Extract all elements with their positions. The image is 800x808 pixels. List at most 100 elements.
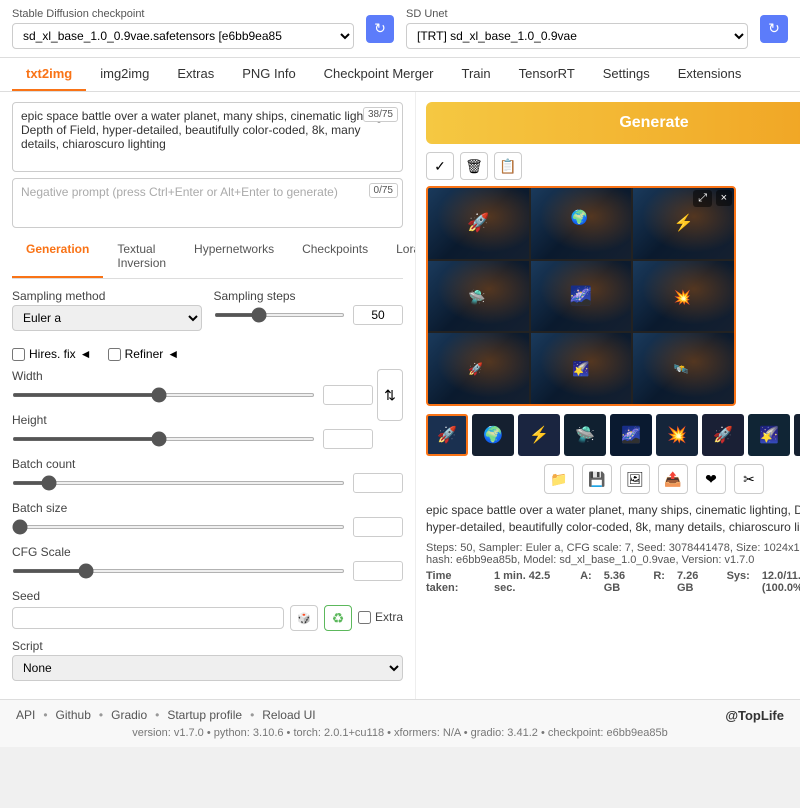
main-content: epic space battle over a water planet, m… xyxy=(0,92,800,699)
tab-extensions[interactable]: Extensions xyxy=(664,58,756,91)
refiner-arrow: ◄ xyxy=(167,347,179,361)
swap-width-height-button[interactable]: ⇅ xyxy=(377,369,403,421)
thumbnail-1[interactable]: 🚀 xyxy=(426,414,468,456)
extra-checkbox-label[interactable]: Extra xyxy=(358,610,403,624)
confirm-icon-button[interactable]: ✓ xyxy=(426,152,454,180)
thumbnail-7[interactable]: 🚀 xyxy=(702,414,744,456)
footer-version: version: v1.7.0 • python: 3.10.6 • torch… xyxy=(16,727,784,739)
width-slider-container: 1024 xyxy=(12,385,373,405)
extra-checkbox[interactable] xyxy=(358,611,371,624)
image-cell-5 xyxy=(531,261,632,332)
thumbnail-9[interactable]: 🛰️ xyxy=(794,414,800,456)
height-slider[interactable] xyxy=(12,437,315,441)
sd-unet-select[interactable]: [TRT] sd_xl_base_1.0_0.9vae xyxy=(406,23,748,49)
seed-dice-button[interactable]: 🎲 xyxy=(290,605,318,631)
sampling-method-select[interactable]: Euler a xyxy=(12,305,202,331)
cfg-scale-slider[interactable] xyxy=(12,569,345,573)
hires-fix-checkbox[interactable] xyxy=(12,348,25,361)
seed-input[interactable]: -1 xyxy=(12,607,284,629)
image-cell-4 xyxy=(428,261,529,332)
footer: API • Github • Gradio • Startup profile … xyxy=(0,699,800,747)
seed-recycle-button[interactable]: ♻ xyxy=(324,605,352,631)
thumbnail-3[interactable]: ⚡ xyxy=(518,414,560,456)
sampling-steps-input[interactable]: 50 xyxy=(353,305,403,325)
negative-prompt-wrapper: Negative prompt (press Ctrl+Enter or Alt… xyxy=(12,178,403,228)
seed-row: -1 🎲 ♻ Extra xyxy=(12,605,403,631)
hires-fix-checkbox-label[interactable]: Hires. fix ◄ xyxy=(12,347,92,361)
height-slider-container: 1024 xyxy=(12,429,373,449)
tab-generation[interactable]: Generation xyxy=(12,236,103,278)
image-cell-8 xyxy=(531,333,632,404)
height-group: Height 1024 xyxy=(12,413,373,449)
tab-extras[interactable]: Extras xyxy=(163,58,228,91)
thumbnail-5[interactable]: 🌌 xyxy=(610,414,652,456)
image-steps-info: Steps: 50, Sampler: Euler a, CFG scale: … xyxy=(426,542,800,566)
vram-r-label: R: xyxy=(653,570,665,594)
cfg-scale-input[interactable]: 7 xyxy=(353,561,403,581)
sampling-steps-slider[interactable] xyxy=(214,313,346,317)
image-close-button[interactable]: × xyxy=(716,190,732,206)
hires-fix-label: Hires. fix xyxy=(29,347,76,361)
footer-github-link[interactable]: Github xyxy=(56,708,91,723)
width-slider[interactable] xyxy=(12,393,315,397)
clipboard-icon-button[interactable]: 📋 xyxy=(494,152,522,180)
sd-unet-refresh-button[interactable]: ↻ xyxy=(760,15,788,43)
tab-img2img[interactable]: img2img xyxy=(86,58,163,91)
tool-crop-button[interactable]: ✂ xyxy=(734,464,764,494)
sampling-method-label: Sampling method xyxy=(12,289,202,303)
tab-checkpoints[interactable]: Checkpoints xyxy=(288,236,382,278)
width-group: Width 1024 xyxy=(12,369,373,405)
sd-checkpoint-select[interactable]: sd_xl_base_1.0_0.9vae.safetensors [e6bb9… xyxy=(12,23,354,49)
script-group: Script None xyxy=(12,639,403,681)
positive-prompt-wrapper: epic space battle over a water planet, m… xyxy=(12,102,403,172)
footer-dot-1: • xyxy=(43,708,47,723)
positive-prompt-area[interactable]: epic space battle over a water planet, m… xyxy=(12,102,403,172)
tool-folder-button[interactable]: 📁 xyxy=(544,464,574,494)
tool-heart-button[interactable]: ❤ xyxy=(696,464,726,494)
batch-count-group: Batch count 10 xyxy=(12,457,403,493)
footer-gradio-link[interactable]: Gradio xyxy=(111,708,147,723)
sampling-row: Sampling method Euler a Sampling steps 5… xyxy=(12,289,403,339)
footer-api-link[interactable]: API xyxy=(16,708,35,723)
tool-upload-button[interactable]: 📤 xyxy=(658,464,688,494)
main-generated-image xyxy=(426,186,736,406)
seed-group: Seed -1 🎲 ♻ Extra xyxy=(12,589,403,631)
refiner-checkbox-label[interactable]: Refiner ◄ xyxy=(108,347,180,361)
image-expand-button[interactable]: ⤢ xyxy=(693,190,712,207)
thumbnail-2[interactable]: 🌍 xyxy=(472,414,514,456)
batch-size-slider[interactable] xyxy=(12,525,345,529)
tab-txt2img[interactable]: txt2img xyxy=(12,58,86,91)
batch-count-slider[interactable] xyxy=(12,481,345,485)
batch-count-input[interactable]: 10 xyxy=(353,473,403,493)
height-input[interactable]: 1024 xyxy=(323,429,373,449)
top-bar: Stable Diffusion checkpoint sd_xl_base_1… xyxy=(0,0,800,58)
tool-save-button[interactable]: 💾 xyxy=(582,464,612,494)
tab-hypernetworks[interactable]: Hypernetworks xyxy=(180,236,288,278)
tab-textual-inversion[interactable]: Textual Inversion xyxy=(103,236,180,278)
image-area: ⤢ × xyxy=(426,186,800,406)
tab-settings[interactable]: Settings xyxy=(589,58,664,91)
time-taken-value: 1 min. 42.5 sec. xyxy=(494,570,568,594)
tool-gallery-button[interactable]: 🖼 xyxy=(620,464,650,494)
script-select[interactable]: None xyxy=(12,655,403,681)
trash-icon-button[interactable]: 🗑 xyxy=(460,152,488,180)
thumbnail-8[interactable]: 🌠 xyxy=(748,414,790,456)
refiner-checkbox[interactable] xyxy=(108,348,121,361)
width-input[interactable]: 1024 xyxy=(323,385,373,405)
thumbnail-6[interactable]: 💥 xyxy=(656,414,698,456)
sd-checkpoint-refresh-button[interactable]: ↻ xyxy=(366,15,394,43)
batch-size-input[interactable]: 1 xyxy=(353,517,403,537)
tab-png-info[interactable]: PNG Info xyxy=(228,58,309,91)
sd-checkpoint-group: Stable Diffusion checkpoint sd_xl_base_1… xyxy=(12,8,354,49)
footer-reload-link[interactable]: Reload UI xyxy=(262,708,315,723)
tab-checkpoint-merger[interactable]: Checkpoint Merger xyxy=(310,58,448,91)
footer-startup-link[interactable]: Startup profile xyxy=(167,708,242,723)
tab-train[interactable]: Train xyxy=(448,58,505,91)
negative-prompt-placeholder: Negative prompt (press Ctrl+Enter or Alt… xyxy=(21,185,338,199)
extra-label: Extra xyxy=(375,610,403,624)
generate-button[interactable]: Generate xyxy=(426,102,800,144)
tab-tensorrt[interactable]: TensorRT xyxy=(505,58,589,91)
thumbnail-4[interactable]: 🛸 xyxy=(564,414,606,456)
vram-a-label: A: xyxy=(580,570,592,594)
negative-prompt-area[interactable]: Negative prompt (press Ctrl+Enter or Alt… xyxy=(12,178,403,228)
